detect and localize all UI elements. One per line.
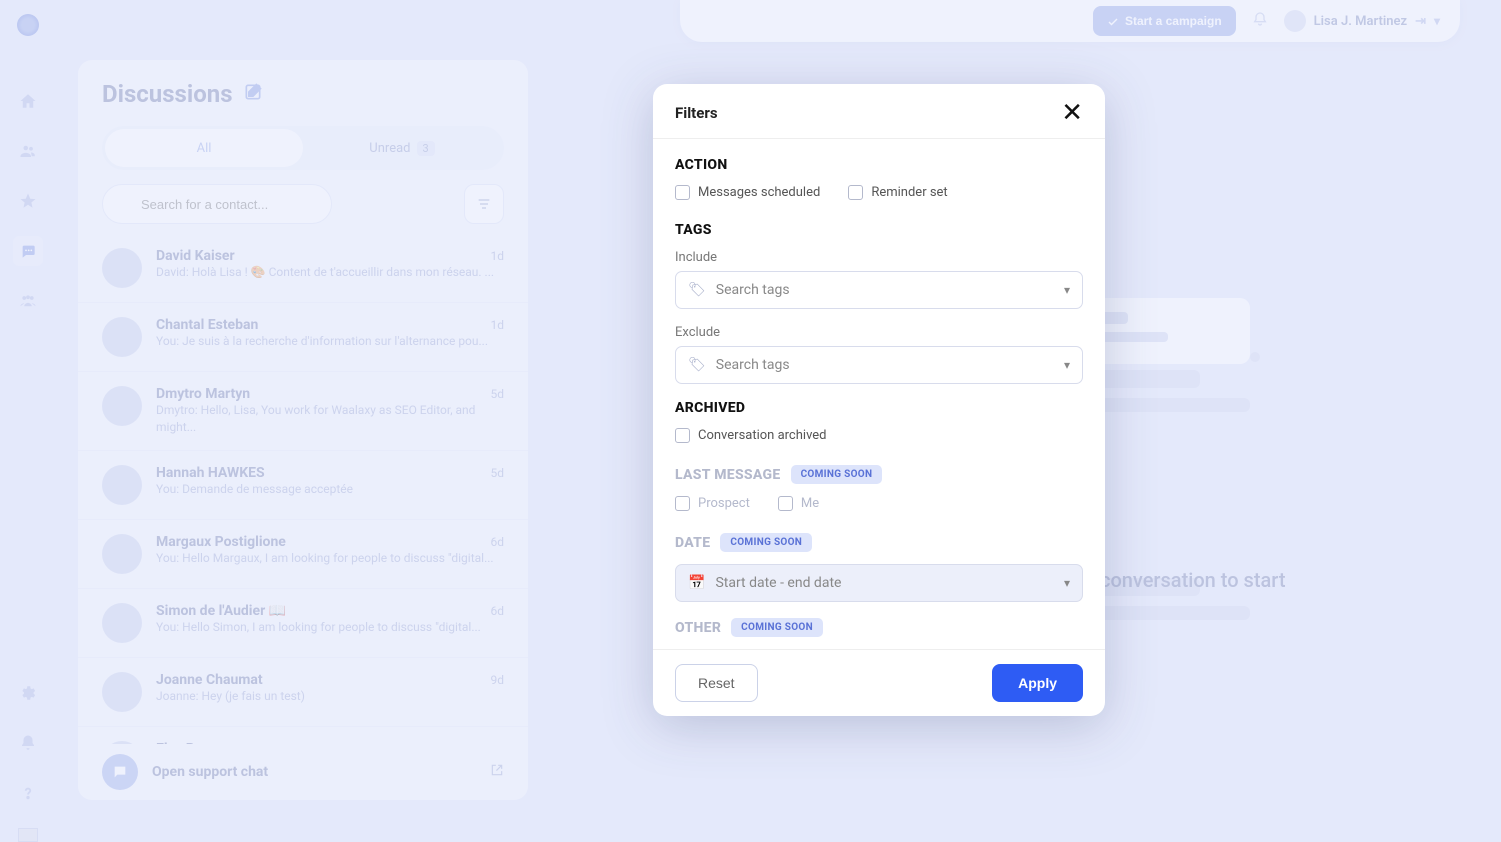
calendar-icon: 📅 — [688, 575, 705, 591]
tag-icon: 🏷 — [688, 282, 706, 298]
chevron-down-icon: ▾ — [1064, 358, 1070, 372]
archived-heading: ARCHIVED — [675, 400, 1083, 416]
action-heading: ACTION — [675, 157, 1083, 173]
filters-modal: Filters ✕ ACTION Messages scheduled Remi… — [653, 84, 1105, 716]
checkbox — [778, 496, 793, 511]
check-conversation-archived[interactable]: Conversation archived — [675, 428, 827, 443]
include-label: Include — [675, 250, 1083, 265]
check-messages-scheduled[interactable]: Messages scheduled — [675, 185, 820, 200]
date-heading: DATE — [675, 535, 710, 551]
coming-soon-badge: COMING SOON — [791, 465, 883, 484]
modal-title: Filters — [675, 104, 718, 122]
close-icon[interactable]: ✕ — [1061, 100, 1083, 126]
check-me: Me — [778, 496, 819, 511]
checkbox[interactable] — [848, 185, 863, 200]
check-reminder-set[interactable]: Reminder set — [848, 185, 947, 200]
checkbox — [675, 496, 690, 511]
exclude-tags-input[interactable]: 🏷 Search tags ▾ — [675, 346, 1083, 384]
date-range-input: 📅 Start date - end date ▾ — [675, 564, 1083, 602]
checkbox[interactable] — [675, 428, 690, 443]
tags-heading: TAGS — [675, 222, 1083, 238]
checkbox[interactable] — [675, 185, 690, 200]
reset-button[interactable]: Reset — [675, 664, 758, 702]
apply-button[interactable]: Apply — [992, 664, 1083, 702]
chevron-down-icon: ▾ — [1064, 576, 1070, 590]
other-heading: OTHER — [675, 620, 721, 636]
include-tags-input[interactable]: 🏷 Search tags ▾ — [675, 271, 1083, 309]
check-prospect: Prospect — [675, 496, 750, 511]
tag-icon: 🏷 — [688, 357, 706, 373]
coming-soon-badge: COMING SOON — [731, 618, 823, 637]
exclude-label: Exclude — [675, 325, 1083, 340]
chevron-down-icon: ▾ — [1064, 283, 1070, 297]
last-message-heading: LAST MESSAGE — [675, 467, 781, 483]
coming-soon-badge: COMING SOON — [720, 533, 812, 552]
